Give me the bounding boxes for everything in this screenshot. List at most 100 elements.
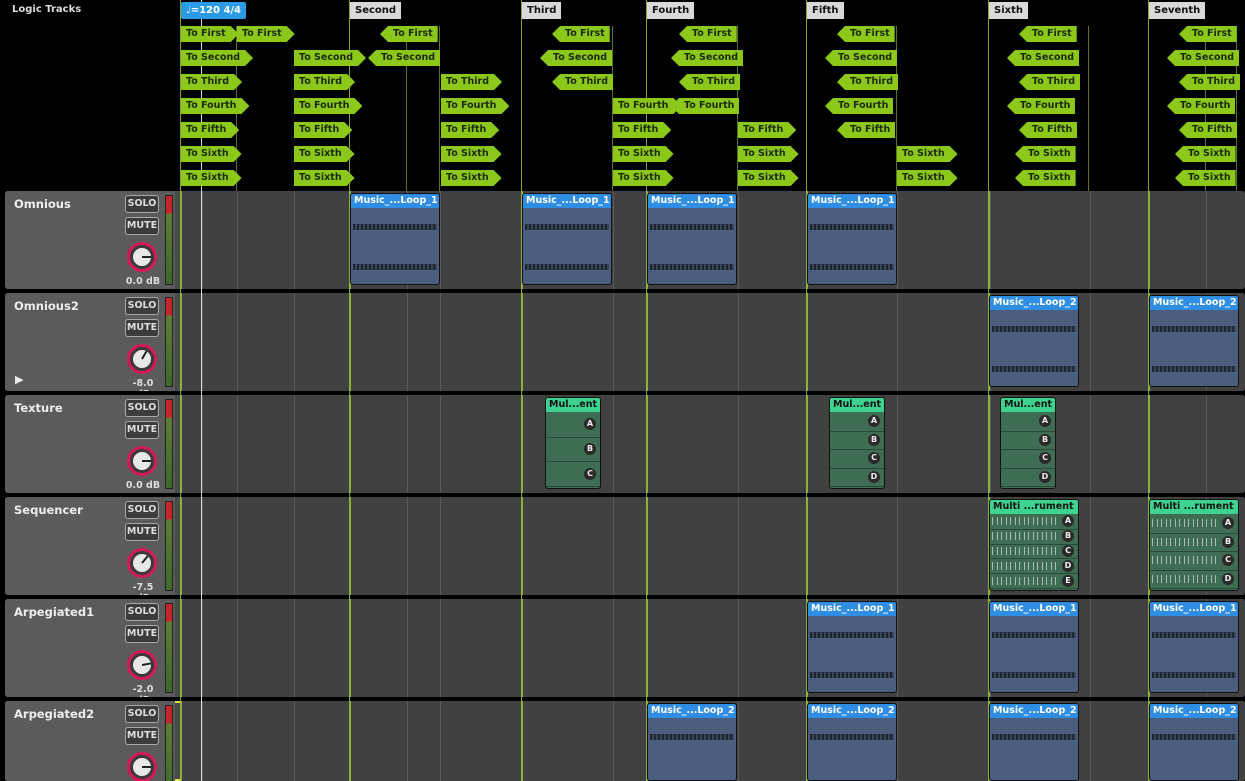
logic-tag-to-third[interactable]: To Third [1179,74,1241,90]
logic-tag-to-third[interactable]: To Third [837,74,899,90]
logic-tag-to-fifth[interactable]: To Fifth [738,122,796,138]
logic-tag-to-fifth[interactable]: To Fifth [181,122,239,138]
audio-clip[interactable]: Music_...Loop_2 [1149,295,1239,387]
logic-tag-to-fourth[interactable]: To Fourth [825,98,894,114]
logic-tag-to-third[interactable]: To Third [294,74,355,90]
volume-knob[interactable] [127,752,157,781]
logic-tag-to-third[interactable]: To Third [552,74,614,90]
mute-button[interactable]: MUTE [125,217,159,235]
section-label-seventh[interactable]: Seventh [1149,2,1206,19]
logic-tag-to-first[interactable]: To First [1179,26,1237,42]
logic-tag-to-second[interactable]: To Second [294,50,366,66]
audio-clip[interactable]: Music_...Loop_2 [647,703,737,781]
logic-tag-to-first[interactable]: To First [837,26,895,42]
track-sequencer[interactable]: SequencerSOLOMUTE-7.5 dBMulti ...rumentA… [5,497,1245,595]
logic-tag-to-first[interactable]: To First [552,26,610,42]
logic-tag-to-fourth[interactable]: To Fourth [1167,98,1236,114]
section-label-second[interactable]: Second [350,2,402,19]
logic-tag-to-second[interactable]: To Second [1007,50,1080,66]
logic-tag-to-third[interactable]: To Third [1019,74,1081,90]
volume-knob[interactable] [127,650,157,680]
audio-clip[interactable]: Music_...Loop_1 [522,193,612,285]
mute-button[interactable]: MUTE [125,523,159,541]
logic-tag-to-sixth[interactable]: To Sixth [1015,170,1076,186]
logic-tag-to-second[interactable]: To Second [825,50,898,66]
solo-button[interactable]: SOLO [125,195,159,213]
logic-tag-to-second[interactable]: To Second [540,50,613,66]
logic-tag-to-sixth[interactable]: To Sixth [441,170,502,186]
logic-tag-to-fifth[interactable]: To Fifth [613,122,671,138]
logic-tag-to-sixth[interactable]: To Sixth [294,170,355,186]
logic-tag-to-sixth[interactable]: To Sixth [181,170,242,186]
tempo-marker[interactable]: ♩=120 4/4 [181,2,247,19]
audio-clip[interactable]: Music_...Loop_2 [807,703,897,781]
logic-tag-to-fourth[interactable]: To Fourth [671,98,740,114]
section-label-fourth[interactable]: Fourth [647,2,695,19]
track-arpegiated2[interactable]: Arpegiated2 SOLO MUTE Music_...Loop_2 Music_… [5,701,1245,781]
logic-tag-to-sixth[interactable]: To Sixth [1175,146,1236,162]
logic-tag-to-sixth[interactable]: To Sixth [897,170,958,186]
logic-tag-to-sixth[interactable]: To Sixth [1175,170,1236,186]
logic-tag-to-second[interactable]: To Second [1167,50,1240,66]
logic-tag-to-sixth[interactable]: To Sixth [613,170,674,186]
volume-knob[interactable] [127,446,157,476]
solo-button[interactable]: SOLO [125,603,159,621]
logic-tag-to-sixth[interactable]: To Sixth [738,170,799,186]
logic-tag-to-fifth[interactable]: To Fifth [441,122,499,138]
solo-button[interactable]: SOLO [125,705,159,723]
logic-tag-to-sixth[interactable]: To Sixth [181,146,242,162]
mute-button[interactable]: MUTE [125,319,159,337]
logic-tag-to-sixth[interactable]: To Sixth [1015,146,1076,162]
play-icon[interactable]: ▶ [15,373,23,386]
logic-tag-to-fourth[interactable]: To Fourth [294,98,362,114]
audio-clip[interactable]: Music_...Loop_1 [350,193,440,285]
logic-tag-to-third[interactable]: To Third [441,74,502,90]
volume-knob[interactable] [127,344,157,374]
solo-button[interactable]: SOLO [125,399,159,417]
logic-tag-to-fifth[interactable]: To Fifth [1019,122,1078,138]
logic-tag-to-third[interactable]: To Third [181,74,242,90]
track-omnious2[interactable]: Omnious2SOLOMUTE-8.0 dB▶Music_...Loop_2M… [5,293,1245,391]
audio-clip[interactable]: Music_...Loop_1 [807,193,897,285]
volume-knob[interactable] [127,242,157,272]
logic-tag-to-fifth[interactable]: To Fifth [837,122,896,138]
logic-tag-to-fourth[interactable]: To Fourth [441,98,509,114]
mute-button[interactable]: MUTE [125,421,159,439]
instrument-clip[interactable]: Mul...ent A B C D [829,397,885,489]
mute-button[interactable]: MUTE [125,727,159,745]
logic-tag-to-first[interactable]: To First [181,26,239,42]
track-arpegiated1[interactable]: Arpegiated1 SOLO MUTE -2.0 dB Music_...Loop_… [5,599,1245,697]
audio-clip[interactable]: Music_...Loop_1 [1149,601,1239,693]
logic-tag-to-first[interactable]: To First [380,26,438,42]
logic-tag-to-fifth[interactable]: To Fifth [1179,122,1238,138]
track-texture[interactable]: Texture SOLO MUTE 0.0 dB Mul...ent A B C Mul...e… [5,395,1245,493]
logic-tag-to-first[interactable]: To First [679,26,737,42]
logic-tag-to-first[interactable]: To First [1019,26,1077,42]
section-label-third[interactable]: Third [522,2,562,19]
logic-tag-to-third[interactable]: To Third [679,74,741,90]
logic-tag-to-fifth[interactable]: To Fifth [294,122,352,138]
logic-tag-to-fourth[interactable]: To Fourth [181,98,249,114]
audio-clip[interactable]: Music_...Loop_2 [1149,703,1239,781]
logic-tag-to-sixth[interactable]: To Sixth [613,146,674,162]
track-omnious[interactable]: Omnious SOLO MUTE 0.0 dB Music_...Loop_1 Musi… [5,191,1245,289]
mute-button[interactable]: MUTE [125,625,159,643]
instrument-clip[interactable]: Multi ...rument A B C D E [989,499,1079,591]
logic-tag-to-sixth[interactable]: To Sixth [897,146,958,162]
logic-tag-to-second[interactable]: To Second [671,50,744,66]
logic-tag-to-sixth[interactable]: To Sixth [738,146,799,162]
logic-tag-to-sixth[interactable]: To Sixth [294,146,355,162]
instrument-clip[interactable]: Mul...ent A B C D [1000,397,1056,489]
solo-button[interactable]: SOLO [125,501,159,519]
logic-tag-to-sixth[interactable]: To Sixth [441,146,502,162]
section-label-sixth[interactable]: Sixth [989,2,1028,19]
audio-clip[interactable]: Music_...Loop_1 [989,601,1079,693]
audio-clip[interactable]: Music_...Loop_1 [807,601,897,693]
instrument-clip[interactable]: Multi ...rument A B C D [1149,499,1239,591]
solo-button[interactable]: SOLO [125,297,159,315]
logic-tag-to-second[interactable]: To Second [368,50,441,66]
section-label-fifth[interactable]: Fifth [807,2,844,19]
audio-clip[interactable]: Music_...Loop_2 [989,295,1079,387]
instrument-clip[interactable]: Mul...ent A B C [545,397,601,489]
audio-clip[interactable]: Music_...Loop_1 [647,193,737,285]
